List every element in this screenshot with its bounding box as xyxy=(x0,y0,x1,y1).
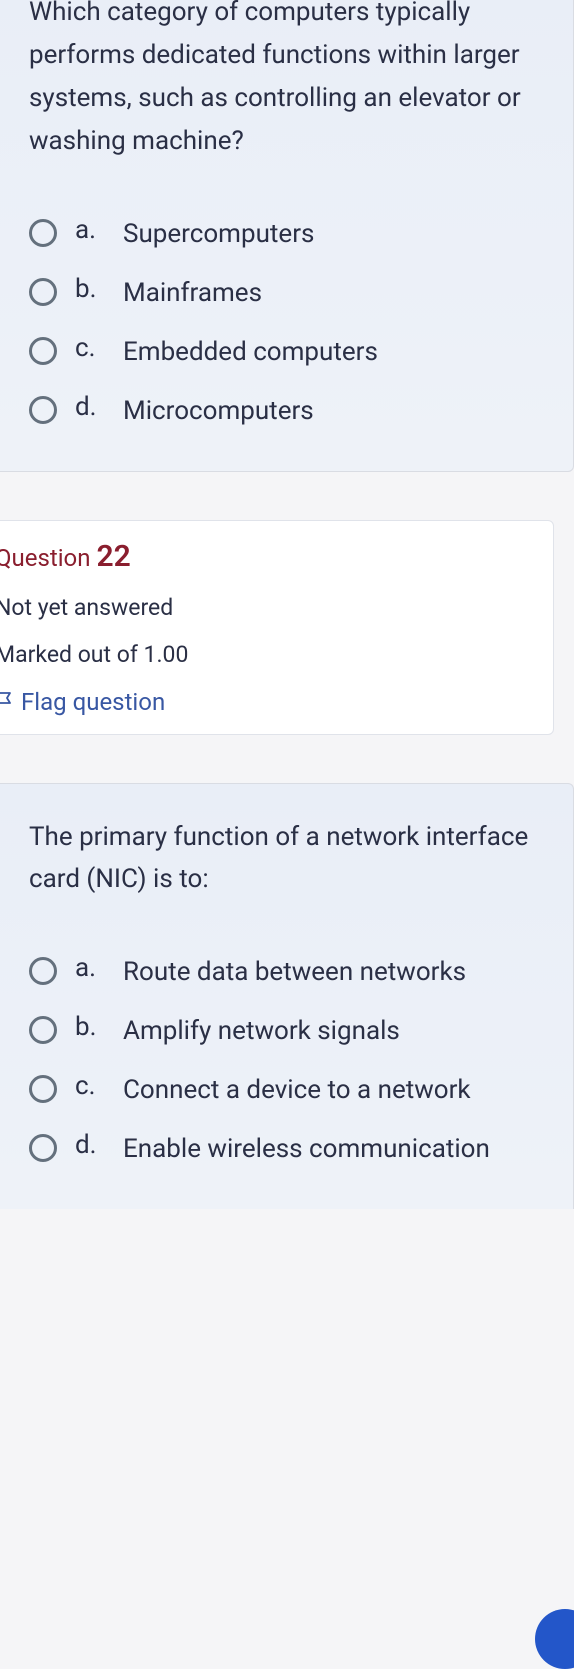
option-text: Connect a device to a network xyxy=(123,1071,471,1110)
option-d[interactable]: d. Microcomputers xyxy=(29,392,545,431)
flag-icon xyxy=(0,691,13,713)
option-text: Enable wireless communication xyxy=(123,1130,490,1169)
option-text: Microcomputers xyxy=(123,392,314,431)
option-a[interactable]: a. Supercomputers xyxy=(29,215,545,254)
flag-question-button[interactable]: Flag question xyxy=(0,688,539,716)
option-letter: a. xyxy=(75,215,105,245)
option-c[interactable]: c. Connect a device to a network xyxy=(29,1071,545,1110)
question-card-22: The primary function of a network interf… xyxy=(0,783,574,1210)
radio-icon[interactable] xyxy=(29,278,57,306)
question-marks: Marked out of 1.00 xyxy=(0,641,539,668)
option-letter: b. xyxy=(75,1012,105,1042)
question-text: Which category of computers typically pe… xyxy=(29,0,545,163)
option-letter: d. xyxy=(75,1130,105,1160)
option-b[interactable]: b. Amplify network signals xyxy=(29,1012,545,1051)
option-c[interactable]: c. Embedded computers xyxy=(29,333,545,372)
question-number-value: 22 xyxy=(96,539,130,574)
question-number: Question 22 xyxy=(0,539,539,574)
options-list: a. Supercomputers b. Mainframes c. Embed… xyxy=(29,215,545,431)
option-a[interactable]: a. Route data between networks xyxy=(29,953,545,992)
options-list: a. Route data between networks b. Amplif… xyxy=(29,953,545,1169)
option-letter: a. xyxy=(75,953,105,983)
question-label: Question xyxy=(0,544,90,572)
question-meta: Question 22 Not yet answered Marked out … xyxy=(0,520,554,735)
option-text: Embedded computers xyxy=(123,333,378,372)
option-text: Route data between networks xyxy=(123,953,466,992)
radio-icon[interactable] xyxy=(29,1075,57,1103)
floating-action-button[interactable] xyxy=(535,1609,574,1669)
radio-icon[interactable] xyxy=(29,219,57,247)
option-letter: c. xyxy=(75,1071,105,1101)
option-d[interactable]: d. Enable wireless communication xyxy=(29,1130,545,1169)
flag-label: Flag question xyxy=(21,688,165,716)
option-b[interactable]: b. Mainframes xyxy=(29,274,545,313)
question-card-21: Which category of computers typically pe… xyxy=(0,0,574,472)
radio-icon[interactable] xyxy=(29,1134,57,1162)
radio-icon[interactable] xyxy=(29,1016,57,1044)
option-text: Mainframes xyxy=(123,274,262,313)
option-text: Amplify network signals xyxy=(123,1012,400,1051)
radio-icon[interactable] xyxy=(29,396,57,424)
option-letter: b. xyxy=(75,274,105,304)
question-text: The primary function of a network interf… xyxy=(29,816,545,902)
option-letter: d. xyxy=(75,392,105,422)
radio-icon[interactable] xyxy=(29,337,57,365)
option-letter: c. xyxy=(75,333,105,363)
option-text: Supercomputers xyxy=(123,215,314,254)
question-status: Not yet answered xyxy=(0,594,539,621)
radio-icon[interactable] xyxy=(29,957,57,985)
